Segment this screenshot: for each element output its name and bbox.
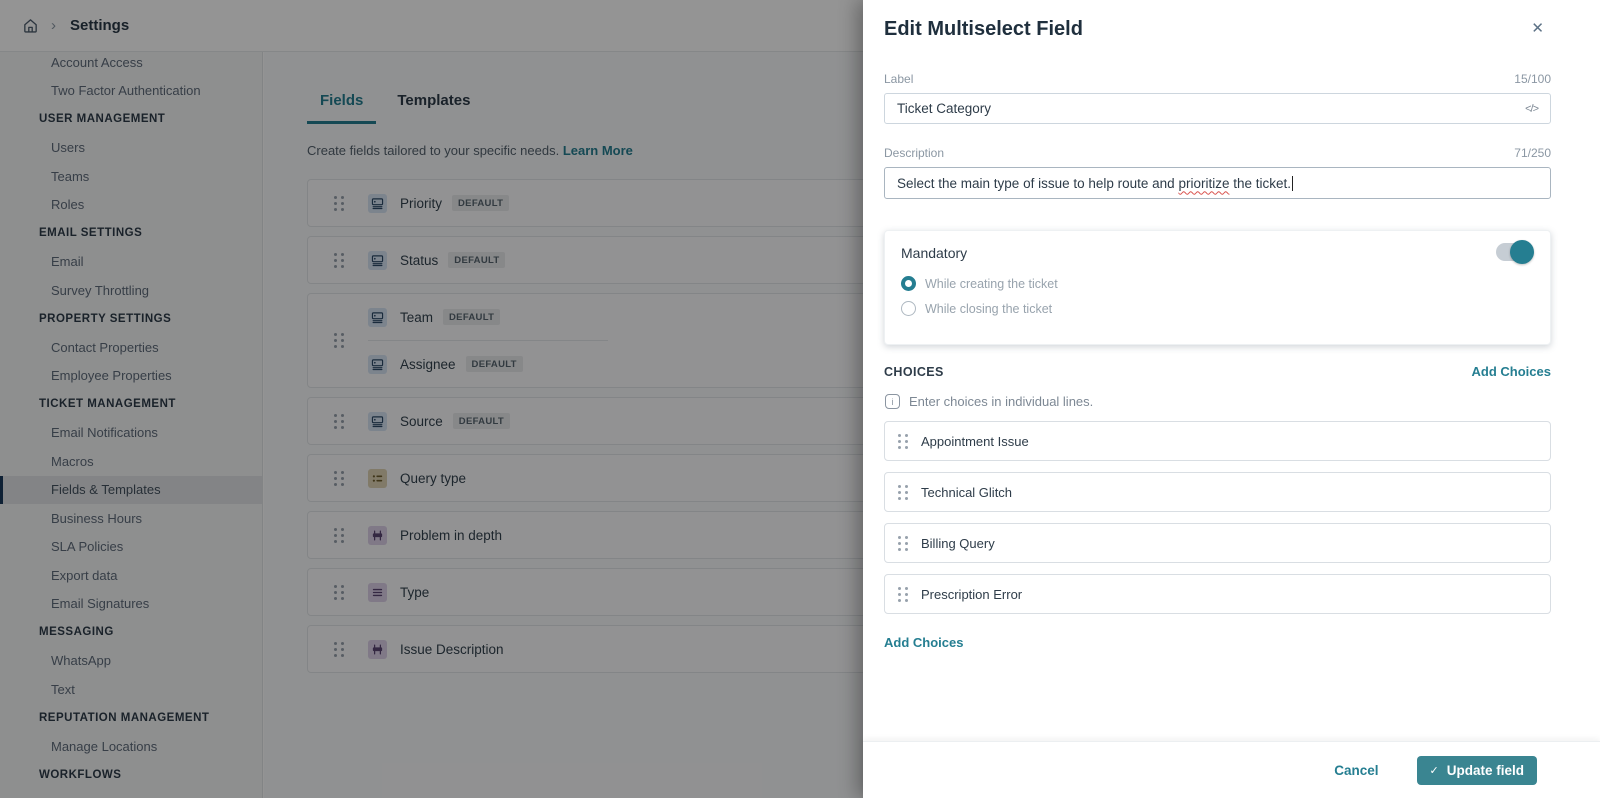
drag-handle[interactable] [898, 586, 908, 602]
label-field-label: Label [884, 72, 914, 86]
drag-dot [905, 484, 908, 488]
description-field-row: Description 71/250 [884, 146, 1551, 160]
choice-list: Appointment Issue Technical Glitch Billing… [884, 421, 1551, 614]
cancel-button[interactable]: Cancel [1334, 763, 1378, 778]
choices-hint: Enter choices in individual lines. [909, 394, 1094, 409]
drag-handle[interactable] [898, 535, 908, 551]
drag-handle[interactable] [898, 433, 908, 449]
drawer-header: Edit Multiselect Field ✕ [863, 0, 1600, 41]
choice-row-appointment-issue[interactable]: Appointment Issue [884, 421, 1551, 461]
description-input[interactable]: Select the main type of issue to help ro… [884, 167, 1551, 199]
add-choices-link-top[interactable]: Add Choices [1472, 364, 1551, 379]
radio-label: While closing the ticket [925, 301, 1053, 316]
choices-header: CHOICES Add Choices [884, 364, 1551, 379]
drag-dot [905, 592, 908, 596]
choice-label: Appointment Issue [921, 433, 1029, 449]
drag-dot [898, 598, 901, 602]
edit-field-drawer: Edit Multiselect Field ✕ Label 15/100 </… [863, 0, 1600, 798]
label-input[interactable] [897, 101, 1526, 116]
choice-label: Technical Glitch [921, 484, 1013, 500]
drag-dot [898, 496, 901, 500]
radio-option-while-creating-the-ticket[interactable]: While creating the ticket [901, 276, 1534, 291]
drag-dot [905, 433, 908, 437]
mandatory-toggle[interactable] [1496, 240, 1534, 264]
close-icon[interactable]: ✕ [1531, 21, 1544, 36]
label-input-shell: </> [884, 93, 1551, 124]
mandatory-options: While creating the ticket While closing t… [901, 276, 1534, 316]
drag-handle[interactable] [898, 484, 908, 500]
drag-dot [898, 433, 901, 437]
choice-row-technical-glitch[interactable]: Technical Glitch [884, 472, 1551, 512]
mandatory-label: Mandatory [901, 245, 968, 261]
drag-dot [898, 535, 901, 539]
drawer-title: Edit Multiselect Field [884, 18, 1083, 40]
text-caret [1291, 175, 1293, 191]
drag-dot [898, 445, 901, 449]
drag-dot [898, 541, 901, 545]
update-field-label: Update field [1446, 762, 1524, 778]
choices-heading: CHOICES [884, 365, 944, 379]
drag-dot [905, 586, 908, 590]
drag-dot [905, 439, 908, 443]
radio-label: While creating the ticket [925, 276, 1058, 291]
description-field-label: Description [884, 146, 945, 160]
choices-hint-row: i Enter choices in individual lines. [885, 394, 1551, 409]
drag-dot [905, 541, 908, 545]
drag-dot [905, 547, 908, 551]
code-icon[interactable]: </> [1525, 103, 1539, 115]
drag-dot [905, 445, 908, 449]
choice-row-billing-query[interactable]: Billing Query [884, 523, 1551, 563]
drawer-footer: Cancel ✓ Update field [863, 741, 1600, 798]
radio-button[interactable] [901, 301, 916, 316]
add-choices-link-bottom[interactable]: Add Choices [884, 635, 963, 650]
check-icon: ✓ [1429, 764, 1439, 777]
mandatory-card: Mandatory While creating the ticket While… [884, 230, 1551, 345]
choice-label: Billing Query [921, 535, 995, 551]
drag-dot [905, 496, 908, 500]
label-char-counter: 15/100 [1514, 72, 1551, 86]
choice-label: Prescription Error [921, 586, 1023, 602]
drag-dot [898, 547, 901, 551]
choice-row-prescription-error[interactable]: Prescription Error [884, 574, 1551, 614]
drag-dot [898, 484, 901, 488]
label-field-row: Label 15/100 [884, 72, 1551, 86]
drag-dot [898, 490, 901, 494]
radio-option-while-closing-the-ticket[interactable]: While closing the ticket [901, 301, 1534, 316]
drag-dot [905, 490, 908, 494]
drag-dot [898, 592, 901, 596]
drag-dot [905, 598, 908, 602]
drag-dot [898, 586, 901, 590]
page-root: › Settings Account Access Two Factor Auth… [0, 0, 1600, 798]
info-icon: i [885, 394, 900, 409]
description-char-counter: 71/250 [1514, 146, 1551, 160]
radio-button[interactable] [901, 276, 916, 291]
drag-dot [905, 535, 908, 539]
toggle-knob [1510, 240, 1534, 264]
description-text: Select the main type of issue to help ro… [897, 175, 1293, 191]
drag-dot [898, 439, 901, 443]
update-field-button[interactable]: ✓ Update field [1416, 755, 1537, 785]
